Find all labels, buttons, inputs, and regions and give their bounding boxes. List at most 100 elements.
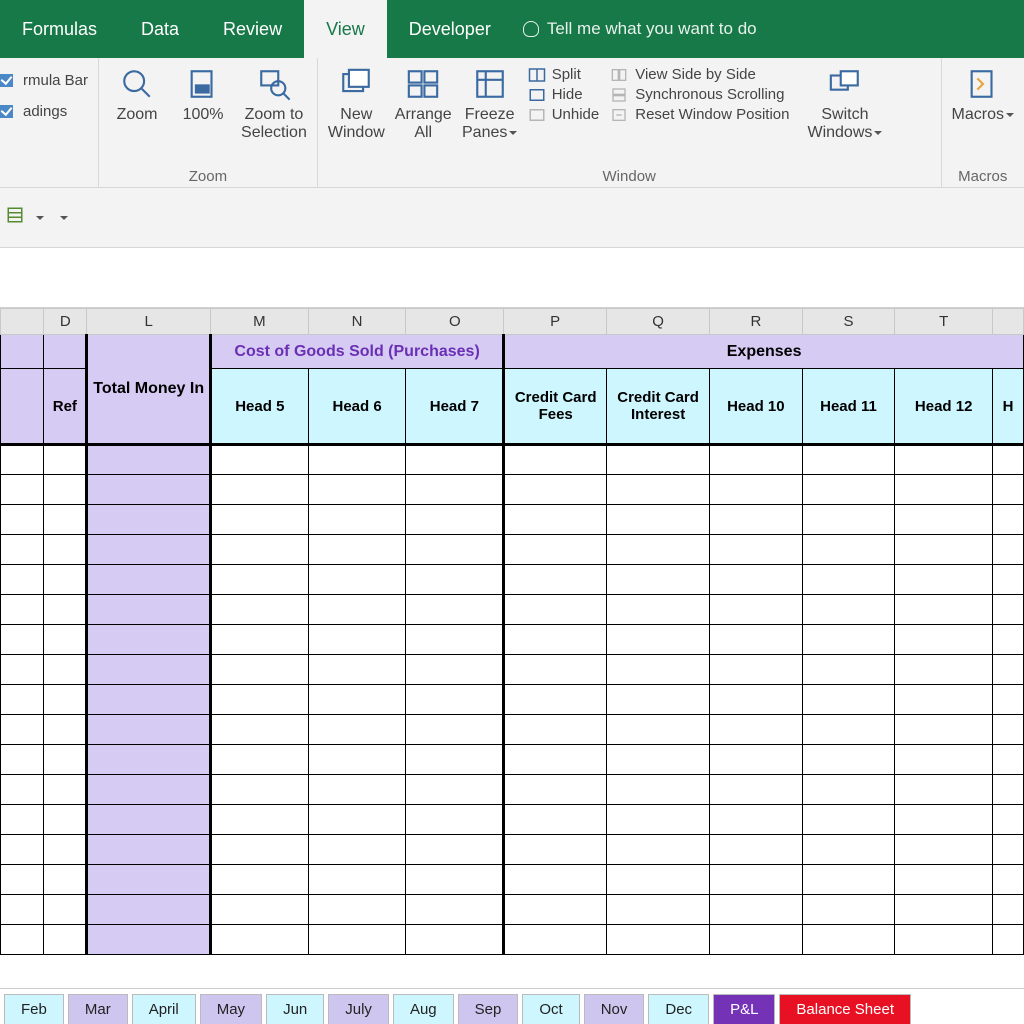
tab-view[interactable]: View [304,0,387,58]
cell[interactable] [406,745,504,775]
cell[interactable] [308,505,406,535]
cell[interactable] [44,775,87,805]
cell[interactable] [44,925,87,955]
cell[interactable] [710,775,803,805]
cell[interactable] [607,835,710,865]
cell[interactable] [710,475,803,505]
cell[interactable] [1,715,44,745]
cell[interactable] [993,895,1024,925]
cell[interactable] [802,685,895,715]
table-row[interactable] [1,445,1024,475]
worksheet-tab[interactable]: July [328,994,389,1024]
cell[interactable] [607,775,710,805]
cell[interactable] [504,625,607,655]
cell[interactable] [710,535,803,565]
cell[interactable] [710,685,803,715]
cell[interactable] [406,475,504,505]
cell[interactable] [87,745,211,775]
col-header[interactable]: O [406,309,504,335]
worksheet-tab[interactable]: P&L [713,994,775,1024]
cell[interactable] [308,805,406,835]
table-row[interactable] [1,625,1024,655]
cell[interactable] [802,745,895,775]
table-row[interactable] [1,925,1024,955]
table-row[interactable] [1,505,1024,535]
cell[interactable] [1,805,44,835]
cell[interactable] [607,715,710,745]
cell[interactable] [504,895,607,925]
btn-switch-windows[interactable]: Switch Windows [807,62,882,143]
cell[interactable] [504,715,607,745]
cell[interactable] [308,655,406,685]
cell[interactable] [308,775,406,805]
table-row[interactable] [1,865,1024,895]
cell[interactable] [895,565,993,595]
cell[interactable] [895,745,993,775]
spreadsheet-grid[interactable]: D L M N O P Q R S T Total Money In Cost … [0,308,1024,955]
cell[interactable] [406,805,504,835]
cell[interactable] [210,535,308,565]
cell[interactable] [607,535,710,565]
cell[interactable] [44,625,87,655]
cell[interactable] [87,895,211,925]
cell[interactable] [802,475,895,505]
cell[interactable] [44,715,87,745]
worksheet-tab[interactable]: Jun [266,994,324,1024]
cell[interactable] [895,775,993,805]
cell[interactable] [210,565,308,595]
cell[interactable] [895,835,993,865]
cell[interactable] [308,445,406,475]
table-row[interactable] [1,715,1024,745]
cell[interactable] [710,835,803,865]
cell[interactable] [1,925,44,955]
col-header[interactable]: P [504,309,607,335]
cell[interactable] [44,835,87,865]
cell[interactable] [308,745,406,775]
cell[interactable] [895,655,993,685]
tab-review[interactable]: Review [201,0,304,58]
cell[interactable] [504,535,607,565]
table-row[interactable] [1,565,1024,595]
cell[interactable] [607,865,710,895]
cell[interactable] [802,625,895,655]
btn-hide[interactable]: Hide [528,86,600,104]
cell[interactable] [802,775,895,805]
cell[interactable] [44,805,87,835]
cell[interactable] [44,745,87,775]
cell[interactable] [1,625,44,655]
cell[interactable] [710,625,803,655]
btn-zoom[interactable]: Zoom [109,62,165,124]
worksheet-tab[interactable]: May [200,994,262,1024]
cell[interactable] [308,475,406,505]
cell[interactable] [1,745,44,775]
cell[interactable] [406,685,504,715]
col-header[interactable]: N [308,309,406,335]
cell[interactable] [1,565,44,595]
tab-formulas[interactable]: Formulas [0,0,119,58]
col-header[interactable]: M [210,309,308,335]
worksheet-tab[interactable]: Dec [648,994,709,1024]
cell[interactable] [802,595,895,625]
cell[interactable] [210,505,308,535]
worksheet-tab[interactable]: Feb [4,994,64,1024]
cell[interactable] [607,625,710,655]
cell[interactable] [710,505,803,535]
table-row[interactable] [1,775,1024,805]
cell[interactable] [44,565,87,595]
cell[interactable] [504,475,607,505]
cell[interactable] [895,595,993,625]
btn-zoom-100[interactable]: 100% [175,62,231,124]
cell[interactable] [308,535,406,565]
cell[interactable] [895,625,993,655]
cell[interactable] [504,445,607,475]
cell[interactable] [802,805,895,835]
cell[interactable] [87,505,211,535]
cell[interactable] [993,715,1024,745]
cell[interactable] [87,475,211,505]
cell[interactable] [308,685,406,715]
cell[interactable] [993,655,1024,685]
cell[interactable] [406,535,504,565]
cell[interactable] [895,475,993,505]
cell[interactable] [993,595,1024,625]
cell[interactable] [308,625,406,655]
